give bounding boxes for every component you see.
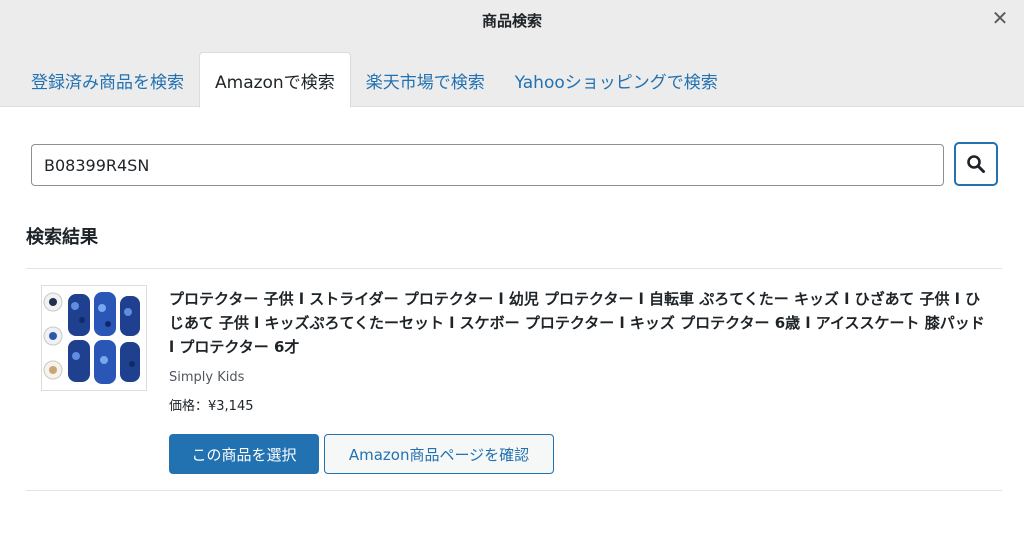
search-icon: [967, 155, 985, 173]
tab-amazon[interactable]: Amazonで検索: [199, 52, 351, 108]
modal-header: 商品検索 ✕ 登録済み商品を検索 Amazonで検索 楽天市場で検索 Yahoo…: [0, 0, 1024, 108]
close-icon: ✕: [991, 6, 1009, 30]
protector-product-image: [42, 286, 146, 390]
divider: [26, 490, 1002, 491]
view-amazon-page-button[interactable]: Amazon商品ページを確認: [324, 434, 554, 474]
product-thumbnail: [41, 285, 147, 391]
results-heading: 検索結果: [26, 227, 98, 248]
search-button[interactable]: [954, 142, 998, 186]
tab-registered-products[interactable]: 登録済み商品を検索: [16, 53, 199, 107]
modal-title: 商品検索: [481, 12, 542, 30]
product-search-modal: 商品検索 ✕ 登録済み商品を検索 Amazonで検索 楽天市場で検索 Yahoo…: [0, 0, 1024, 538]
product-price: 価格：¥3,145: [169, 399, 254, 414]
close-button[interactable]: ✕: [988, 6, 1012, 30]
search-tabs: 登録済み商品を検索 Amazonで検索 楽天市場で検索 Yahooショッピングで…: [16, 51, 733, 108]
select-product-button[interactable]: この商品を選択: [169, 434, 319, 474]
product-title: プロテクター 子供 l ストライダー プロテクター l 幼児 プロテクター l …: [169, 290, 985, 356]
divider: [26, 268, 1002, 269]
search-input[interactable]: [31, 144, 944, 186]
tab-yahoo-shopping[interactable]: Yahooショッピングで検索: [500, 53, 733, 107]
tab-rakuten[interactable]: 楽天市場で検索: [351, 53, 500, 107]
product-brand: Simply Kids: [169, 370, 245, 385]
